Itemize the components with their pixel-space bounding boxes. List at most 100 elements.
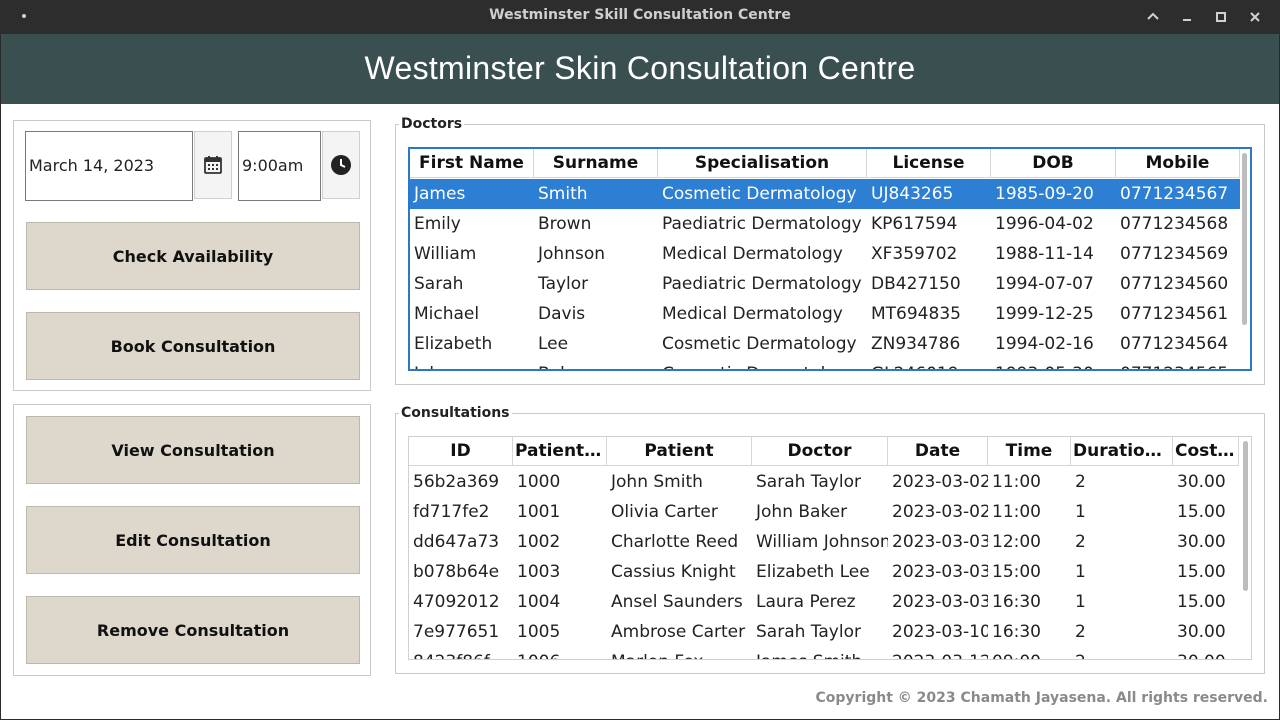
- table-cell: XF359702: [871, 244, 958, 264]
- table-row[interactable]: Michael Davis Medical Dermatology MT694835 1…: [410, 299, 1240, 329]
- table-row[interactable]: James Smith Cosmetic Dermatology UJ843265 19…: [410, 179, 1240, 209]
- view-consultation-button[interactable]: View Consultation: [26, 416, 360, 484]
- column-header[interactable]: Time: [988, 437, 1071, 466]
- table-cell: Ansel Saunders: [611, 592, 743, 612]
- table-cell: William Johnson: [756, 532, 888, 552]
- table-cell: 0771234569: [1120, 244, 1229, 264]
- table-row[interactable]: 7e977651 1005 Ambrose Carter Sarah Taylor 20…: [409, 617, 1239, 647]
- table-row[interactable]: Elizabeth Lee Cosmetic Dermatology ZN934786…: [410, 329, 1240, 359]
- table-row[interactable]: 47092012 1004 Ansel Saunders Laura Perez 202…: [409, 587, 1239, 617]
- table-cell: 1002: [517, 532, 561, 552]
- table-cell: Sarah: [414, 274, 464, 294]
- minimize-icon[interactable]: [1176, 6, 1198, 28]
- column-header[interactable]: Mobile: [1116, 149, 1240, 178]
- table-row[interactable]: JohnBakerCosmetic DermatologyGL246019199…: [410, 359, 1240, 369]
- table-row[interactable]: Emily Brown Paediatric Dermatology KP617594…: [410, 209, 1240, 239]
- doctors-table-header: First Name Surname Specialisation License DO…: [410, 149, 1240, 178]
- table-row[interactable]: 8423f86f1006Marlon FoxJames Smith2023-03…: [409, 647, 1239, 659]
- calendar-icon[interactable]: [194, 131, 232, 199]
- table-cell: 2023-03-12: [888, 647, 988, 659]
- table-row[interactable]: b078b64e 1003 Cassius Knight Elizabeth Lee 2…: [409, 557, 1239, 587]
- table-cell: 47092012: [413, 592, 500, 612]
- table-row[interactable]: William Johnson Medical Dermatology XF35970…: [410, 239, 1240, 269]
- consultations-table[interactable]: ID Patient ID Patient Doctor Date Time Duratio…: [408, 436, 1252, 660]
- doctors-group-title: Doctors: [399, 116, 465, 132]
- table-cell: Lee: [538, 334, 569, 354]
- table-cell: Olivia Carter: [611, 502, 718, 522]
- table-cell: 1000: [517, 472, 561, 492]
- table-cell: Paediatric Dermatology: [662, 274, 862, 294]
- table-cell: Sarah Taylor: [756, 472, 861, 492]
- check-availability-button[interactable]: Check Availability: [26, 222, 360, 290]
- edit-consultation-button[interactable]: Edit Consultation: [26, 506, 360, 574]
- table-cell: Cosmetic Dermatology: [662, 334, 857, 354]
- table-cell: Laura Perez: [756, 592, 856, 612]
- table-cell: John Smith: [611, 472, 703, 492]
- consultations-scrollbar[interactable]: [1243, 441, 1248, 591]
- table-cell: 1993-05-30: [991, 359, 1116, 369]
- table-cell: 1003: [517, 562, 561, 582]
- table-cell: 2023-03-03: [892, 592, 988, 612]
- app-header: Westminster Skin Consultation Centre: [1, 34, 1279, 104]
- table-cell: 30.00: [1177, 532, 1226, 552]
- table-cell: 15.00: [1177, 592, 1226, 612]
- column-header[interactable]: DOB: [991, 149, 1116, 178]
- book-consultation-button[interactable]: Book Consultation: [26, 312, 360, 380]
- table-cell: Johnson: [538, 244, 605, 264]
- table-cell: Medical Dermatology: [662, 244, 843, 264]
- close-icon[interactable]: [1244, 6, 1266, 28]
- table-cell: dd647a73: [413, 532, 500, 552]
- table-cell: Cassius Knight: [611, 562, 736, 582]
- column-header[interactable]: Doctor: [752, 437, 888, 466]
- column-header[interactable]: Duration ...: [1071, 437, 1173, 466]
- doctors-scrollbar[interactable]: [1242, 153, 1247, 325]
- table-cell: 2023-03-02: [892, 502, 988, 522]
- table-cell: 0771234567: [1120, 184, 1229, 204]
- window-titlebar: Westminster Skill Consultation Centre: [0, 0, 1280, 34]
- table-cell: b078b64e: [413, 562, 500, 582]
- table-cell: 09:00: [988, 647, 1071, 659]
- table-cell: ZN934786: [871, 334, 961, 354]
- column-header[interactable]: Surname: [534, 149, 658, 178]
- table-cell: Cosmetic Dermatology: [662, 184, 857, 204]
- column-header[interactable]: Patient ID: [513, 437, 607, 466]
- table-cell: 1994-02-16: [995, 334, 1094, 354]
- table-cell: 30.00: [1177, 472, 1226, 492]
- remove-consultation-button[interactable]: Remove Consultation: [26, 596, 360, 664]
- column-header[interactable]: Patient: [607, 437, 752, 466]
- consultation-actions-panel: View Consultation Edit Consultation Remo…: [13, 404, 371, 676]
- table-cell: 30.00: [1173, 647, 1239, 659]
- table-cell: 0771234568: [1120, 214, 1229, 234]
- table-cell: Emily: [414, 214, 461, 234]
- chevron-up-icon[interactable]: [1142, 6, 1164, 28]
- date-field[interactable]: March 14, 2023: [25, 131, 193, 201]
- table-row[interactable]: fd717fe2 1001 Olivia Carter John Baker 2023-…: [409, 497, 1239, 527]
- table-cell: 1999-12-25: [995, 304, 1094, 324]
- time-field[interactable]: 9:00am: [238, 131, 321, 201]
- clock-icon[interactable]: [322, 131, 360, 199]
- doctors-table[interactable]: First Name Surname Specialisation License DO…: [408, 147, 1252, 371]
- table-cell: 11:00: [992, 502, 1041, 522]
- table-row[interactable]: Sarah Taylor Paediatric Dermatology DB42715…: [410, 269, 1240, 299]
- consultations-table-body: 56b2a369 1000 John Smith Sarah Taylor 2023-0…: [409, 467, 1239, 659]
- column-header[interactable]: Cost ...: [1173, 437, 1239, 466]
- column-header[interactable]: ID: [409, 437, 513, 466]
- table-cell: 15.00: [1177, 502, 1226, 522]
- table-cell: 1005: [517, 622, 561, 642]
- table-row[interactable]: 56b2a369 1000 John Smith Sarah Taylor 2023-0…: [409, 467, 1239, 497]
- table-cell: Sarah Taylor: [756, 622, 861, 642]
- table-cell: Ambrose Carter: [611, 622, 746, 642]
- table-cell: 2: [1075, 472, 1086, 492]
- column-header[interactable]: Specialisation: [658, 149, 867, 178]
- table-row[interactable]: dd647a73 1002 Charlotte Reed William Johnso…: [409, 527, 1239, 557]
- column-header[interactable]: Date: [888, 437, 988, 466]
- table-cell: 1985-09-20: [995, 184, 1094, 204]
- table-cell: 0771234560: [1120, 274, 1229, 294]
- table-cell: 1001: [517, 502, 561, 522]
- column-header[interactable]: License: [867, 149, 991, 178]
- column-header[interactable]: First Name: [410, 149, 534, 178]
- table-cell: Elizabeth: [414, 334, 493, 354]
- maximize-icon[interactable]: [1210, 6, 1232, 28]
- table-cell: Baker: [534, 359, 658, 369]
- booking-panel: March 14, 2023 9:00am Check Availability…: [13, 120, 371, 391]
